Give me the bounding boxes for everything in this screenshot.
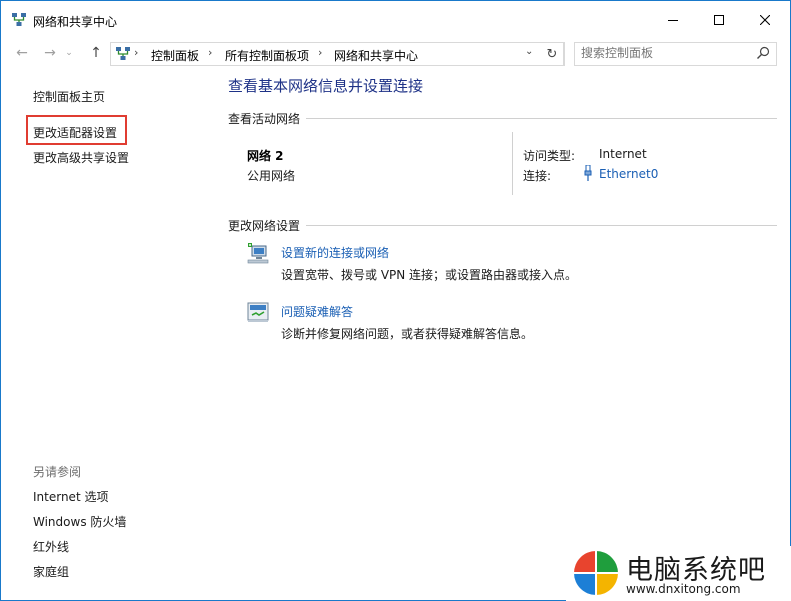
network-sharing-center-icon [12,13,26,26]
see-also-infrared[interactable]: 红外线 [33,538,69,555]
control-panel-icon [116,47,130,60]
page-title: 查看基本网络信息并设置连接 [228,77,424,95]
vertical-divider [512,132,513,195]
troubleshoot-problems-link[interactable]: 问题疑难解答 [281,303,353,320]
up-arrow-icon: ↑ [90,45,102,61]
access-type-value: Internet [599,147,647,161]
ethernet-connection-link[interactable]: Ethernet0 [599,167,658,181]
section-divider [306,225,777,226]
change-advanced-sharing-link[interactable]: 更改高级共享设置 [33,149,129,166]
up-button[interactable]: ↑ [85,43,107,63]
forward-button[interactable]: → [39,43,61,63]
maximize-icon [714,15,724,25]
highlight-box [26,115,127,145]
section-divider [306,118,777,119]
breadcrumb-control-panel[interactable]: 控制面板 [151,47,199,64]
troubleshoot-problems-description: 诊断并修复网络问题，或者获得疑难解答信息。 [281,327,534,341]
chevron-right-icon[interactable]: › [208,46,212,59]
back-arrow-icon: ← [16,45,28,61]
maximize-button[interactable] [696,1,742,39]
search-icon[interactable] [756,46,770,60]
minimize-button[interactable] [650,1,696,39]
setup-new-connection-link[interactable]: 设置新的连接或网络 [281,244,389,261]
watermark-url: www.dnxitong.com [626,582,741,596]
forward-arrow-icon: → [44,45,56,61]
ethernet-icon [584,165,592,181]
chevron-right-icon[interactable]: › [318,46,322,59]
new-connection-icon [247,243,269,264]
setup-new-connection-description: 设置宽带、拨号或 VPN 连接；或设置路由器或接入点。 [281,268,578,282]
recent-locations-button[interactable]: ⌄ [62,43,76,63]
close-button[interactable] [742,1,788,39]
chevron-right-icon: › [134,46,139,59]
search-input[interactable] [581,45,746,61]
breadcrumb-network-center[interactable]: 网络和共享中心 [334,47,418,64]
connections-label: 连接: [523,169,552,183]
see-also-heading: 另请参阅 [33,465,82,479]
title-bar: 网络和共享中心 [1,1,790,39]
network-type-link[interactable]: 公用网络 [247,167,295,184]
back-button[interactable]: ← [11,43,33,63]
refresh-icon: ↻ [546,46,558,62]
see-also-windows-firewall[interactable]: Windows 防火墙 [33,513,126,530]
control-panel-home-link[interactable]: 控制面板主页 [33,88,105,105]
see-also-homegroup[interactable]: 家庭组 [33,563,69,580]
address-dropdown-icon[interactable]: ⌄ [525,46,533,57]
minimize-icon [668,20,678,21]
active-networks-heading: 查看活动网络 [228,112,301,126]
address-bar[interactable]: › 控制面板 › 所有控制面板项 › 网络和共享中心 ⌄ [110,42,565,66]
window: 网络和共享中心 ← → ⌄ ↑ › 控制面板 › 所有控制面板项 › 网络和共享… [0,0,791,601]
access-type-label: 访问类型: [523,149,576,163]
troubleshoot-icon [247,302,269,322]
breadcrumb-all-items[interactable]: 所有控制面板项 [225,47,309,64]
close-icon [760,15,770,25]
windows-logo-icon [574,551,618,595]
change-network-settings-heading: 更改网络设置 [228,219,301,233]
see-also-internet-options[interactable]: Internet 选项 [33,488,108,505]
chevron-down-icon: ⌄ [65,48,73,58]
network-name: 网络 2 [247,149,284,163]
window-title: 网络和共享中心 [33,15,118,29]
refresh-button[interactable]: ↻ [541,42,564,66]
search-box[interactable] [574,42,777,66]
watermark: 电脑系统吧 www.dnxitong.com [566,546,791,601]
